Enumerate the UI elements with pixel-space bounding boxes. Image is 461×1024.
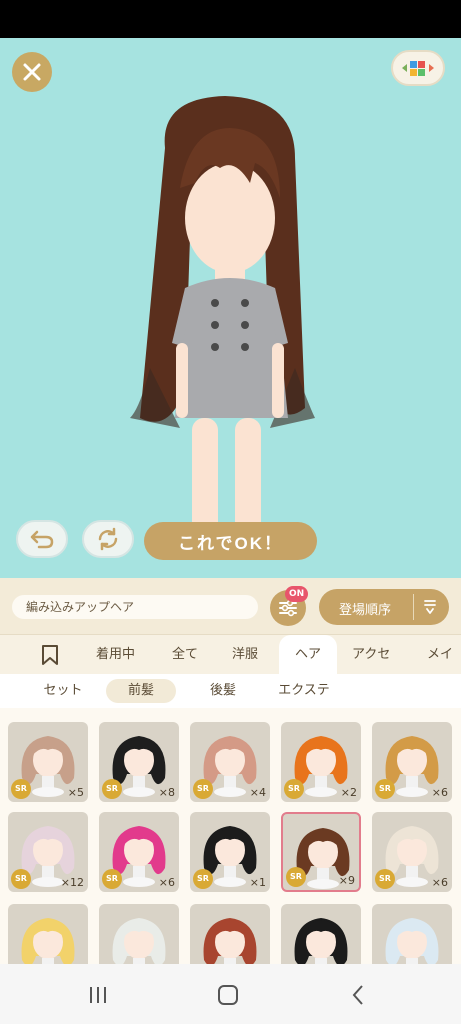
back-button[interactable] — [338, 980, 378, 1010]
hair-item-tile[interactable]: SR ×6 — [372, 722, 452, 802]
confirm-ok-button[interactable]: これでOK！ — [144, 522, 317, 560]
filter-on-badge: ON — [285, 586, 309, 602]
rarity-badge: SR — [284, 779, 304, 799]
hair-item-tile[interactable] — [8, 904, 88, 964]
tab-clothes[interactable]: 洋服 — [232, 635, 258, 674]
rarity-badge: SR — [11, 779, 31, 799]
selected-item-name: 編み込みアップヘア — [12, 595, 258, 619]
avatar-figure — [130, 96, 315, 551]
rarity-badge: SR — [193, 779, 213, 799]
tab-all[interactable]: 全て — [172, 635, 198, 674]
sort-order-button[interactable]: 登場順序 — [319, 589, 449, 625]
status-bar — [0, 0, 461, 38]
rarity-badge: SR — [286, 867, 306, 887]
item-count: ×9 — [338, 874, 355, 887]
hair-preview-icon — [294, 918, 348, 964]
hair-item-tile[interactable]: SR ×2 — [281, 722, 361, 802]
rarity-badge: SR — [102, 869, 122, 889]
close-icon — [23, 63, 41, 81]
hair-item-tile[interactable]: SR ×6 — [372, 812, 452, 892]
item-count: ×6 — [431, 876, 448, 889]
tab-makeup[interactable]: メイク — [427, 635, 461, 674]
subtab-bangs[interactable]: 前髪 — [106, 679, 176, 703]
rarity-badge: SR — [193, 869, 213, 889]
palette-icon — [402, 61, 434, 76]
bookmark-icon[interactable] — [40, 644, 60, 666]
hair-item-tile[interactable]: SR ×5 — [8, 722, 88, 802]
home-button[interactable] — [208, 980, 248, 1010]
hair-preview-icon — [385, 918, 439, 964]
rarity-badge: SR — [375, 869, 395, 889]
item-grid: SR ×5 SR ×8 SR ×4 SR ×2 SR ×6 SR ×12 SR ×6 SR ×1 SR ×9 SR ×… — [0, 708, 461, 964]
hair-item-tile[interactable]: SR ×9 — [281, 812, 361, 892]
item-count: ×8 — [158, 786, 175, 799]
category-tabs: 着用中 全て 洋服 ヘア アクセ メイク — [0, 634, 461, 674]
item-count: ×4 — [249, 786, 266, 799]
item-count: ×6 — [158, 876, 175, 889]
hair-item-tile[interactable]: SR ×4 — [190, 722, 270, 802]
hair-item-tile[interactable]: SR ×1 — [190, 812, 270, 892]
tab-accessories[interactable]: アクセ — [352, 635, 390, 674]
hair-item-tile[interactable] — [99, 904, 179, 964]
hair-item-tile[interactable]: SR ×12 — [8, 812, 88, 892]
sort-divider — [413, 594, 414, 620]
back-icon — [352, 985, 363, 1005]
tab-wearing[interactable]: 着用中 — [96, 635, 135, 674]
tab-hair[interactable]: ヘア — [279, 635, 337, 674]
system-nav-bar — [0, 964, 461, 1024]
item-count: ×5 — [67, 786, 84, 799]
hair-item-tile[interactable] — [372, 904, 452, 964]
item-count: ×6 — [431, 786, 448, 799]
rarity-badge: SR — [102, 779, 122, 799]
undo-icon — [30, 530, 54, 549]
hair-preview-icon — [203, 918, 257, 964]
hair-sub-tabs: セット 前髪 後髪 エクステ — [0, 674, 461, 708]
subtab-set[interactable]: セット — [38, 679, 88, 703]
hair-item-tile[interactable]: SR ×6 — [99, 812, 179, 892]
sort-label: 登場順序 — [339, 603, 392, 618]
subtab-back-hair[interactable]: 後髪 — [190, 679, 256, 703]
hair-preview-icon — [21, 918, 75, 964]
item-count: ×2 — [340, 786, 357, 799]
hair-item-tile[interactable] — [190, 904, 270, 964]
recent-apps-icon — [90, 987, 106, 1003]
sort-arrow-icon[interactable] — [423, 598, 437, 616]
close-button[interactable] — [12, 52, 52, 92]
recent-apps-button[interactable] — [78, 980, 118, 1010]
refresh-icon — [98, 527, 118, 551]
hair-preview-icon — [112, 918, 166, 964]
undo-button[interactable] — [16, 520, 68, 558]
filter-bar: 編み込みアップヘア ON 登場順序 — [0, 578, 461, 634]
subtab-extensions[interactable]: エクステ — [270, 679, 338, 703]
hair-item-tile[interactable] — [281, 904, 361, 964]
refresh-button[interactable] — [82, 520, 134, 558]
item-count: ×12 — [60, 876, 84, 889]
item-count: ×1 — [249, 876, 266, 889]
hair-item-tile[interactable]: SR ×8 — [99, 722, 179, 802]
color-palette-button[interactable] — [391, 50, 445, 86]
home-icon — [218, 985, 238, 1005]
rarity-badge: SR — [375, 779, 395, 799]
avatar-stage: これでOK！ — [0, 38, 461, 578]
rarity-badge: SR — [11, 869, 31, 889]
